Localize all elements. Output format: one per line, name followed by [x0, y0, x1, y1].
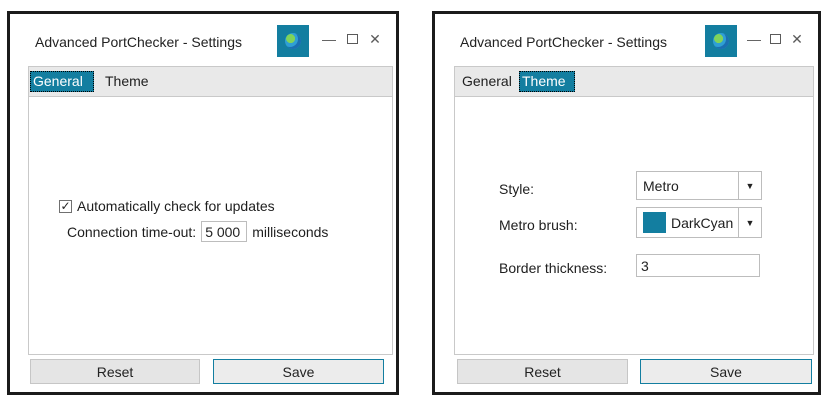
- border-thickness-input[interactable]: [636, 254, 760, 277]
- style-dropdown[interactable]: Metro ▼: [636, 171, 762, 200]
- style-label: Style:: [499, 181, 535, 197]
- chevron-down-icon[interactable]: ▼: [738, 208, 761, 237]
- title-bar[interactable]: Advanced PortChecker - Settings — ✕: [10, 14, 396, 62]
- save-button[interactable]: Save: [640, 359, 812, 384]
- chevron-down-icon[interactable]: ▼: [738, 172, 761, 199]
- reset-button[interactable]: Reset: [457, 359, 628, 384]
- brush-dropdown[interactable]: DarkCyan ▼: [636, 207, 762, 238]
- tab-general[interactable]: General: [30, 71, 94, 92]
- timeout-unit: milliseconds: [252, 223, 329, 240]
- maximize-icon[interactable]: [766, 28, 784, 50]
- brush-label: Metro brush:: [499, 217, 578, 233]
- app-icon: [277, 25, 309, 57]
- general-panel: ✓ Automatically check for updates Connec…: [28, 97, 393, 355]
- reset-button[interactable]: Reset: [30, 359, 200, 384]
- timeout-label: Connection time-out:: [67, 223, 197, 240]
- border-label: Border thickness:: [499, 260, 608, 276]
- auto-update-label: Automatically check for updates: [77, 198, 275, 214]
- save-button[interactable]: Save: [213, 359, 384, 384]
- globe-icon: [285, 33, 301, 49]
- style-value: Metro: [643, 178, 679, 194]
- tab-strip: General Theme: [28, 66, 393, 97]
- tab-theme[interactable]: Theme: [519, 71, 575, 92]
- settings-window-theme: Advanced PortChecker - Settings — ✕ Gene…: [432, 11, 821, 395]
- tab-strip: General Theme: [454, 66, 814, 97]
- tab-theme[interactable]: Theme: [102, 71, 152, 92]
- timeout-input[interactable]: [201, 221, 248, 242]
- close-icon[interactable]: ✕: [366, 28, 384, 50]
- title-bar[interactable]: Advanced PortChecker - Settings — ✕: [435, 14, 818, 62]
- auto-update-option[interactable]: ✓ Automatically check for updates: [59, 198, 275, 214]
- settings-window-general: Advanced PortChecker - Settings — ✕ Gene…: [7, 11, 399, 395]
- timeout-row: Connection time-out: milliseconds: [67, 221, 328, 242]
- tab-general[interactable]: General: [459, 71, 515, 92]
- minimize-icon[interactable]: —: [320, 28, 338, 50]
- minimize-icon[interactable]: —: [745, 28, 763, 50]
- brush-value: DarkCyan: [671, 215, 734, 231]
- maximize-icon[interactable]: [343, 28, 361, 50]
- window-title: Advanced PortChecker - Settings: [460, 34, 667, 50]
- globe-icon: [713, 33, 729, 49]
- window-title: Advanced PortChecker - Settings: [35, 34, 242, 50]
- auto-update-checkbox[interactable]: ✓: [59, 199, 72, 213]
- close-icon[interactable]: ✕: [788, 28, 806, 50]
- app-icon: [705, 25, 737, 57]
- theme-panel: Style: Metro ▼ Metro brush: DarkCyan ▼ B…: [454, 97, 814, 355]
- color-swatch: [643, 212, 666, 233]
